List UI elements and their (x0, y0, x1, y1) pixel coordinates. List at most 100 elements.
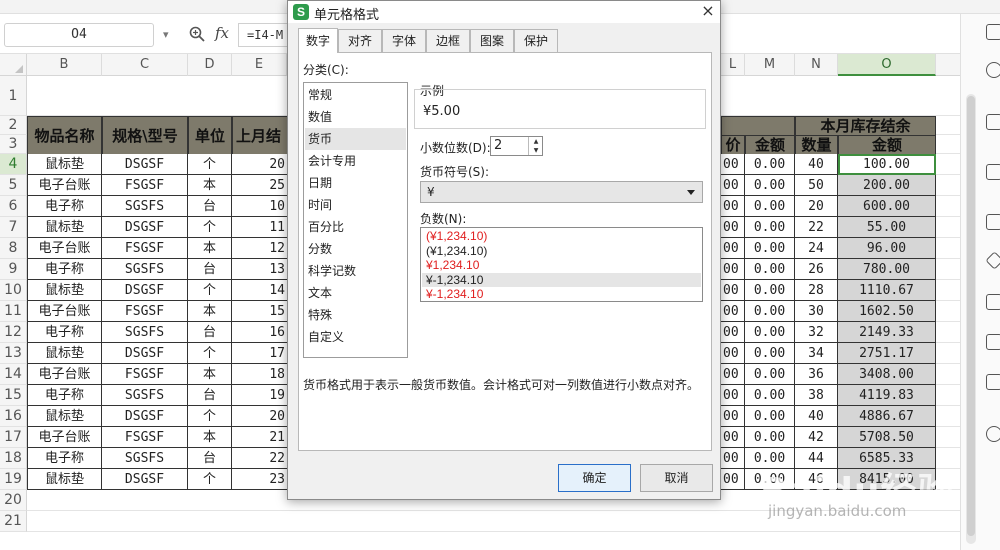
cell-amount[interactable]: 200.00 (838, 175, 936, 196)
help-icon[interactable] (986, 426, 1000, 442)
cell-unit[interactable]: 个 (188, 343, 232, 364)
cell-qty[interactable]: 34 (795, 343, 838, 364)
cell-last-month[interactable]: 21 (232, 427, 288, 448)
dropdown-arrow-icon[interactable] (687, 190, 695, 195)
cell-amount[interactable]: 4119.83 (838, 385, 936, 406)
category-item[interactable]: 科学记数 (305, 260, 406, 282)
cell-item-name[interactable]: 电子称 (27, 196, 102, 217)
zoom-icon[interactable] (188, 25, 206, 43)
cell-spec[interactable]: SGSFS (102, 196, 188, 217)
row-header[interactable]: 13 (0, 343, 27, 364)
column-header[interactable]: E (232, 54, 287, 76)
shape-icon[interactable] (986, 62, 1000, 78)
tab-protection[interactable]: 保护 (514, 29, 558, 53)
row-header[interactable]: 21 (0, 511, 27, 532)
row-header[interactable]: 14 (0, 364, 27, 385)
vertical-scrollbar[interactable] (966, 94, 976, 544)
category-item[interactable]: 分数 (305, 238, 406, 260)
row-header[interactable]: 3 (0, 135, 27, 154)
cell-spec[interactable]: FSGSF (102, 175, 188, 196)
fx-icon[interactable]: fx (215, 24, 229, 42)
cell-amount-l[interactable]: 0.00 (745, 364, 795, 385)
cell-price[interactable]: 00 (721, 301, 745, 322)
cancel-button[interactable]: 取消 (640, 464, 713, 492)
cell-amount[interactable]: 4886.67 (838, 406, 936, 427)
cell-amount-l[interactable]: 0.00 (745, 322, 795, 343)
cell-amount[interactable]: 3408.00 (838, 364, 936, 385)
cell-unit[interactable]: 本 (188, 364, 232, 385)
column-header[interactable]: L (721, 54, 745, 76)
cell-price[interactable]: 00 (721, 322, 745, 343)
cell-qty[interactable]: 42 (795, 427, 838, 448)
cell-price[interactable]: 00 (721, 364, 745, 385)
cell-unit[interactable]: 台 (188, 448, 232, 469)
cell-spec[interactable]: SGSFS (102, 259, 188, 280)
name-box[interactable]: O4 (4, 23, 154, 47)
cell-price[interactable]: 00 (721, 469, 745, 490)
cell-amount[interactable]: 5708.50 (838, 427, 936, 448)
cell-amount[interactable]: 1602.50 (838, 301, 936, 322)
cell-amount[interactable]: 1110.67 (838, 280, 936, 301)
cell-spec[interactable]: SGSFS (102, 322, 188, 343)
column-header[interactable]: N (795, 54, 838, 76)
cell-qty[interactable]: 50 (795, 175, 838, 196)
cell-unit[interactable]: 台 (188, 196, 232, 217)
scroll-thumb[interactable] (967, 96, 975, 536)
cell-amount-l[interactable]: 0.00 (745, 385, 795, 406)
cell-amount-l[interactable]: 0.00 (745, 175, 795, 196)
negative-numbers-list[interactable]: (¥1,234.10) (¥1,234.10) ¥1,234.10 ¥-1,23… (420, 227, 703, 302)
dialog-titlebar[interactable]: S 单元格格式 × (288, 1, 720, 23)
spin-down-icon[interactable]: ▼ (529, 146, 543, 155)
cell-last-month[interactable]: 14 (232, 280, 288, 301)
cell-amount-l[interactable]: 0.00 (745, 343, 795, 364)
cell-last-month[interactable]: 20 (232, 406, 288, 427)
cell-spec[interactable]: FSGSF (102, 364, 188, 385)
chevron-down-icon[interactable]: ▾ (163, 28, 169, 41)
cell-unit[interactable]: 台 (188, 259, 232, 280)
select-tool-icon[interactable] (986, 24, 1000, 40)
category-item[interactable]: 常规 (305, 84, 406, 106)
cell-spec[interactable]: FSGSF (102, 301, 188, 322)
cell-unit[interactable]: 个 (188, 406, 232, 427)
tab-border[interactable]: 边框 (426, 29, 470, 53)
cell-amount-l[interactable]: 0.00 (745, 259, 795, 280)
cell-last-month[interactable]: 22 (232, 448, 288, 469)
row-header[interactable]: 18 (0, 448, 27, 469)
row-header[interactable]: 6 (0, 196, 27, 217)
cell-item-name[interactable]: 鼠标垫 (27, 280, 102, 301)
cell-price[interactable]: 00 (721, 406, 745, 427)
cell-price[interactable]: 00 (721, 385, 745, 406)
row-header[interactable]: 20 (0, 490, 27, 511)
cell-last-month[interactable]: 25 (232, 175, 288, 196)
cell-item-name[interactable]: 电子台账 (27, 238, 102, 259)
select-all-corner[interactable] (0, 54, 27, 76)
cell-unit[interactable]: 个 (188, 280, 232, 301)
row-header[interactable]: 4 (0, 154, 27, 175)
row-header[interactable]: 17 (0, 427, 27, 448)
cell-amount[interactable]: 600.00 (838, 196, 936, 217)
cell-item-name[interactable]: 电子称 (27, 322, 102, 343)
cell-last-month[interactable]: 12 (232, 238, 288, 259)
cell-qty[interactable]: 26 (795, 259, 838, 280)
cell-price[interactable]: 00 (721, 238, 745, 259)
column-header-active[interactable]: O (838, 54, 936, 76)
category-item[interactable]: 特殊 (305, 304, 406, 326)
decimal-places-spinner[interactable]: 2 ▲ ▼ (490, 136, 543, 156)
cell-spec[interactable]: SGSFS (102, 385, 188, 406)
cell-qty[interactable]: 38 (795, 385, 838, 406)
cell-spec[interactable]: DSGSF (102, 217, 188, 238)
cell-last-month[interactable]: 16 (232, 322, 288, 343)
cell-price[interactable]: 00 (721, 175, 745, 196)
cell-unit[interactable]: 台 (188, 385, 232, 406)
cell-qty[interactable]: 20 (795, 196, 838, 217)
cell-qty[interactable]: 28 (795, 280, 838, 301)
cell-qty[interactable]: 30 (795, 301, 838, 322)
cell-item-name[interactable]: 鼠标垫 (27, 217, 102, 238)
cell-qty[interactable]: 36 (795, 364, 838, 385)
cell-amount[interactable]: 2751.17 (838, 343, 936, 364)
document-icon[interactable] (986, 214, 1000, 230)
row-header[interactable]: 15 (0, 385, 27, 406)
cell-last-month[interactable]: 13 (232, 259, 288, 280)
cell-item-name[interactable]: 鼠标垫 (27, 406, 102, 427)
cell-price[interactable]: 00 (721, 259, 745, 280)
